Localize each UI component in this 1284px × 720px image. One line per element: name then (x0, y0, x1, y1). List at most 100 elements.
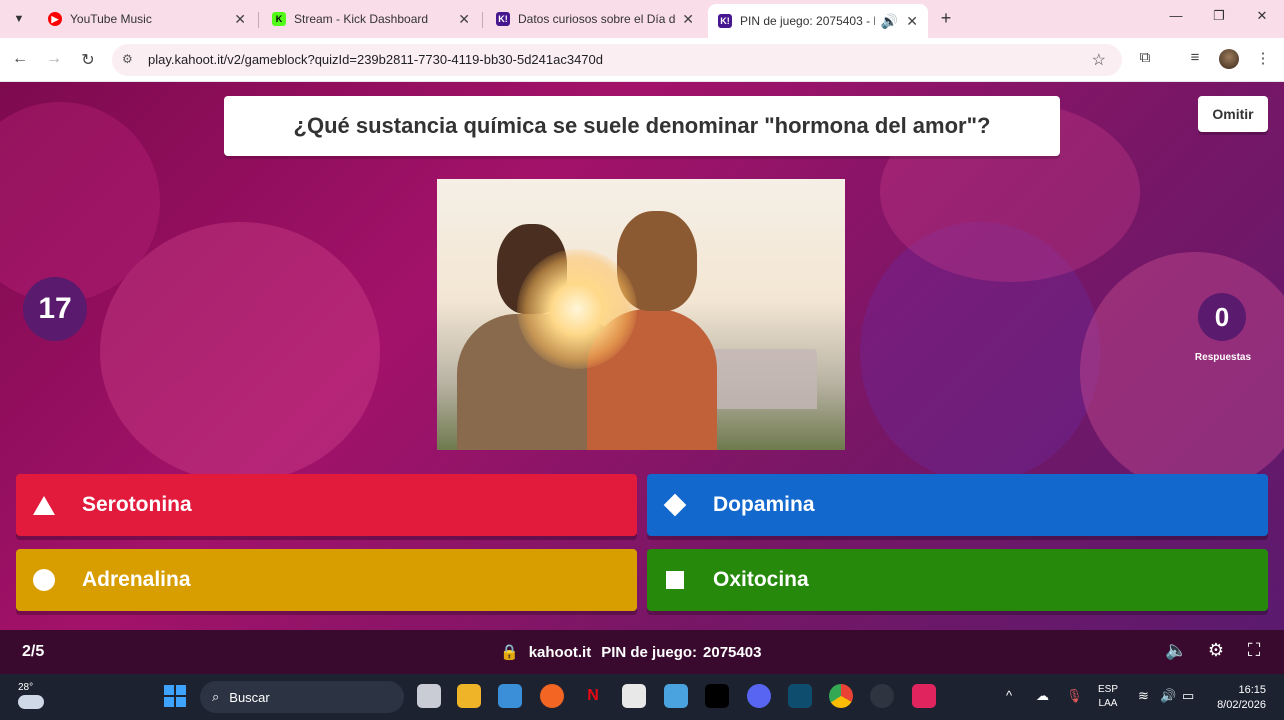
pin-label: PIN de juego: (601, 643, 698, 661)
settings-gear-icon[interactable]: ⚙ (1205, 640, 1227, 661)
battery-icon[interactable]: ▭ (1182, 688, 1194, 704)
kahoot-icon: K! (496, 12, 510, 26)
search-placeholder: Buscar (229, 689, 270, 705)
solitaire-icon[interactable] (622, 684, 646, 708)
task-view-icon[interactable] (417, 684, 441, 708)
site-info-icon[interactable]: ⚙ (122, 52, 133, 66)
minimize-button[interactable]: — (1166, 8, 1186, 23)
browser-toolbar: ← → ↻ ⚙ play.kahoot.it/v2/gameblock?quiz… (0, 38, 1284, 82)
tab-title: Datos curiosos sobre el Día de (518, 12, 677, 26)
language-code: ESP (1098, 684, 1119, 695)
answer-button-serotonina[interactable]: Serotonina (16, 474, 637, 536)
menu-icon[interactable]: ⋮ (1252, 49, 1274, 67)
close-icon[interactable]: ✕ (234, 11, 246, 28)
address-bar[interactable]: ⚙ play.kahoot.it/v2/gameblock?quizId=239… (112, 44, 1122, 76)
extensions-icon[interactable]: ⧉ (1134, 49, 1156, 66)
background-heart (100, 222, 380, 482)
tab-youtube-music[interactable]: ▶ YouTube Music ✕ (38, 4, 256, 34)
lock-icon: 🔒 (500, 644, 519, 661)
onedrive-icon[interactable]: ☁ (1036, 688, 1049, 704)
netflix-icon[interactable]: N (581, 684, 605, 708)
game-pin-info: 🔒 kahoot.it PIN de juego: 2075403 (500, 643, 762, 662)
restore-button[interactable]: ❐ (1209, 8, 1229, 24)
discord-icon[interactable] (747, 684, 771, 708)
windows-taskbar: 28° ⌕ Buscar N ^ ☁ 🎙 ESP LAA ≋ 🔊 ▭ 16:15… (0, 674, 1284, 720)
keyboard-layout: LAA (1098, 698, 1118, 709)
triangle-icon (32, 493, 56, 517)
crunchyroll-icon[interactable] (540, 684, 564, 708)
speaker-icon[interactable]: 🔊 (1160, 688, 1176, 704)
calendar-app-icon[interactable] (664, 684, 688, 708)
media-control-icon[interactable]: ≡ (1184, 49, 1206, 66)
tab-divider (258, 12, 259, 28)
tiktok-icon[interactable] (705, 684, 729, 708)
circle-icon (32, 568, 56, 592)
disney-plus-icon[interactable] (788, 684, 812, 708)
background-heart (1080, 252, 1284, 492)
chevron-up-icon[interactable]: ^ (1006, 688, 1012, 703)
game-footer: 2/5 🔒 kahoot.it PIN de juego: 2075403 🔈 … (0, 630, 1284, 674)
tab-search-button[interactable]: ▼ (8, 8, 30, 30)
pin-value: 2075403 (703, 643, 762, 661)
answer-button-oxitocina[interactable]: Oxitocina (647, 549, 1268, 611)
kahoot-icon: K! (718, 14, 732, 28)
question-image (437, 179, 845, 450)
answers-count: 0 (1198, 293, 1246, 341)
volume-icon[interactable]: 🔈 (1165, 640, 1187, 661)
tab-title: Stream - Kick Dashboard (294, 12, 429, 26)
system-clock[interactable]: 16:15 8/02/2026 (1210, 683, 1266, 713)
taskbar-search[interactable]: ⌕ Buscar (200, 681, 404, 713)
microsoft-store-icon[interactable] (498, 684, 522, 708)
bookmark-star-icon[interactable]: ☆ (1092, 50, 1106, 70)
youtube-music-icon: ▶ (48, 12, 62, 26)
close-icon[interactable]: ✕ (906, 13, 918, 30)
search-icon: ⌕ (212, 689, 220, 704)
cloud-icon (18, 695, 44, 709)
answer-button-adrenalina[interactable]: Adrenalina (16, 549, 637, 611)
tab-title: YouTube Music (70, 12, 152, 26)
url-text: play.kahoot.it/v2/gameblock?quizId=239b2… (148, 52, 603, 67)
question-text: ¿Qué sustancia química se suele denomina… (224, 96, 1060, 156)
close-window-button[interactable]: ✕ (1252, 8, 1272, 24)
language-indicator[interactable]: ESP LAA (1098, 683, 1118, 711)
countdown-timer: 17 (23, 277, 87, 341)
chrome-icon[interactable] (829, 684, 853, 708)
back-button[interactable]: ← (10, 50, 30, 68)
microphone-icon[interactable]: 🎙 (1066, 688, 1083, 704)
speaker-icon[interactable]: 🔊 (881, 13, 898, 30)
tab-divider (482, 12, 483, 28)
answer-label: Dopamina (713, 493, 815, 516)
image-sunlight (517, 249, 637, 369)
wifi-icon[interactable]: ≋ (1138, 688, 1149, 704)
question-progress: 2/5 (22, 643, 45, 660)
close-icon[interactable]: ✕ (458, 11, 470, 28)
reload-button[interactable]: ↻ (78, 50, 98, 70)
square-icon (663, 568, 687, 592)
clock-time: 16:15 (1238, 684, 1266, 696)
tab-datos-curiosos[interactable]: K! Datos curiosos sobre el Día de ✕ (486, 4, 704, 34)
temperature: 28° (18, 682, 34, 693)
new-tab-button[interactable]: + (936, 8, 956, 29)
image-castle (707, 349, 817, 409)
diamond-icon (663, 493, 687, 517)
tab-pin-de-juego[interactable]: K! PIN de juego: 2075403 - Esp 🔊 ✕ (708, 4, 928, 38)
windows-start-icon[interactable] (164, 685, 186, 707)
weather-widget[interactable]: 28° (18, 682, 44, 709)
kahoot-game-area: ¿Qué sustancia química se suele denomina… (0, 82, 1284, 630)
answer-label: Adrenalina (82, 568, 191, 591)
answer-label: Oxitocina (713, 568, 809, 591)
avatar[interactable] (1219, 49, 1239, 69)
fullscreen-icon[interactable]: ⛶ (1243, 640, 1265, 661)
tab-kick-dashboard[interactable]: K Stream - Kick Dashboard ✕ (262, 4, 480, 34)
answers-label: Respuestas (1194, 352, 1252, 363)
tab-strip: ▼ ▶ YouTube Music ✕ K Stream - Kick Dash… (0, 0, 1284, 38)
forward-button[interactable]: → (44, 50, 64, 68)
skip-button[interactable]: Omitir (1198, 96, 1268, 132)
answer-button-dopamina[interactable]: Dopamina (647, 474, 1268, 536)
obs-icon[interactable] (870, 684, 894, 708)
app-icon[interactable] (912, 684, 936, 708)
file-explorer-icon[interactable] (457, 684, 481, 708)
kick-icon: K (272, 12, 286, 26)
close-icon[interactable]: ✕ (682, 11, 694, 28)
answer-label: Serotonina (82, 493, 192, 516)
